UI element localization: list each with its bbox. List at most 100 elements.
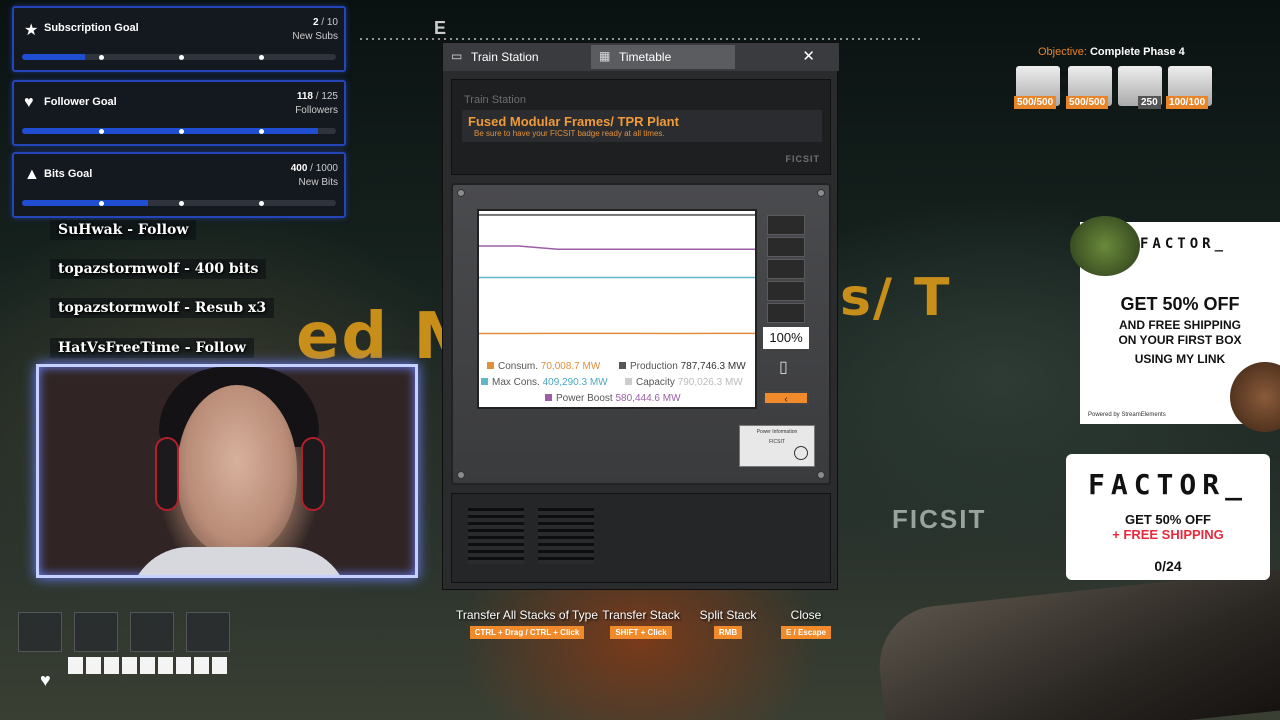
split-stack-action[interactable]: Split Stack RMB [698, 608, 758, 640]
station-subtitle: Be sure to have your FICSIT badge ready … [474, 129, 665, 138]
headphone-icon [155, 437, 179, 511]
ad-line: AND FREE SHIPPING [1118, 318, 1241, 332]
goal-title: Bits Goal [44, 168, 93, 180]
tab-timetable[interactable]: ▦ Timetable [591, 45, 735, 69]
action-key: SHIFT + Click [610, 626, 672, 639]
background-station-sign-right: s/ T [840, 268, 952, 328]
health-segment [212, 657, 227, 674]
hotbar-slot[interactable] [74, 612, 118, 652]
heart-icon: ♥ [24, 94, 34, 111]
battery-cell [767, 215, 805, 235]
vent-grille [468, 508, 524, 564]
vent-grille [538, 508, 594, 564]
battery-percentage: 100% [763, 327, 809, 349]
objective-header: Objective: Complete Phase 4 [1038, 46, 1185, 58]
ad-brand: FACTOR_ [1087, 468, 1248, 501]
health-segment [86, 657, 101, 674]
goal-marker [99, 55, 104, 60]
hotbar-slot[interactable] [18, 612, 62, 652]
webcam-overlay [36, 364, 418, 578]
tab-label: Timetable [619, 50, 672, 64]
lower-vent-panel [451, 493, 831, 583]
bits-triangle-icon: ▲ [24, 166, 40, 183]
battery-indicator: 100% ▯ ‹ [763, 209, 809, 405]
ad-powered-by: Powered by StreamElements [1088, 412, 1166, 418]
hotbar-slot[interactable] [130, 612, 174, 652]
health-heart-icon: ♥ [40, 670, 51, 690]
action-label: Transfer All Stacks of Type [455, 608, 599, 622]
legend-max-consumption: Max Cons. 409,290.3 MW [481, 377, 608, 388]
health-segment [194, 657, 209, 674]
legend-swatch [487, 362, 494, 369]
battery-cell [767, 281, 805, 301]
goal-marker [99, 201, 104, 206]
goal-marker [99, 129, 104, 134]
info-card-icon [794, 446, 808, 460]
power-monitor: Consum. 70,008.7 MW Production 787,746.3… [451, 183, 831, 485]
goal-title: Follower Goal [44, 96, 117, 108]
info-card-line: FICSIT [769, 439, 785, 445]
factor-ad-counter[interactable]: FACTOR_ GET 50% OFF + FREE SHIPPING 0/24 [1066, 454, 1270, 580]
info-card-title: Power Information [756, 429, 798, 435]
train-icon: ▭ [451, 49, 463, 63]
legend-swatch [481, 378, 488, 385]
star-icon: ★ [24, 22, 39, 39]
compass-heading: E [434, 18, 447, 38]
objective-count: 250 [1138, 96, 1161, 109]
feed-item: SuHwak - Follow [50, 220, 197, 240]
ad-line: ON YOUR FIRST BOX [1118, 333, 1242, 347]
close-action[interactable]: Close E / Escape [776, 608, 836, 640]
health-segment [122, 657, 137, 674]
power-graph [479, 213, 755, 335]
train-station-window: ▭ Train Station ▦ Timetable ✕ Train Stat… [442, 42, 839, 590]
goal-progress-fill [22, 54, 85, 60]
transfer-all-action[interactable]: Transfer All Stacks of Type CTRL + Drag … [444, 608, 610, 640]
feed-item: topazstormwolf - Resub x3 [50, 298, 275, 318]
close-icon[interactable]: ✕ [802, 47, 815, 65]
webcam-shirt [129, 547, 349, 575]
transfer-stack-action[interactable]: Transfer Stack SHIFT + Click [600, 608, 682, 640]
legend-swatch [619, 362, 626, 369]
goal-marker [259, 55, 264, 60]
goal-progress-fill [22, 200, 148, 206]
goal-marker [259, 201, 264, 206]
collapse-button[interactable]: ‹ [763, 391, 809, 405]
battery-icon: ▯ [779, 359, 788, 376]
health-segment [68, 657, 83, 674]
goal-marker [259, 129, 264, 134]
tab-train-station[interactable]: ▭ Train Station [443, 45, 589, 69]
screw-icon [457, 471, 465, 479]
battery-cell [767, 259, 805, 279]
action-key: RMB [713, 626, 743, 639]
battery-cell [767, 303, 805, 323]
legend-swatch [625, 378, 632, 385]
station-name-field[interactable]: Fused Modular Frames/ TPR Plant Be sure … [462, 110, 822, 142]
series-line-power-boost [479, 245, 755, 250]
goal-count: 400 / 1000 New Bits [290, 163, 338, 188]
legend-swatch [545, 394, 552, 401]
action-key: CTRL + Drag / CTRL + Click [469, 626, 585, 639]
tab-label: Train Station [471, 50, 539, 64]
objective-count: 500/500 [1066, 96, 1109, 109]
goal-title: Subscription Goal [44, 22, 139, 34]
action-label: Transfer Stack [602, 608, 680, 622]
screw-icon [457, 189, 465, 197]
ad-counter: 0/24 [1154, 558, 1182, 574]
bits-goal: ▲ Bits Goal 400 / 1000 New Bits [12, 152, 346, 218]
objective-count: 500/500 [1014, 96, 1057, 109]
factor-ad-banner[interactable]: FACTOR_ GET 50% OFF AND FREE SHIPPING ON… [1070, 216, 1280, 432]
webcam-face [177, 385, 297, 555]
hotbar-slot[interactable] [186, 612, 230, 652]
ad-headline: GET 50% OFF [1120, 294, 1240, 314]
battery-cell [767, 237, 805, 257]
feed-item: HatVsFreeTime - Follow [50, 338, 254, 358]
headphone-icon [301, 437, 325, 511]
ad-brand: FACTOR_ [1140, 236, 1228, 252]
station-name-panel: Train Station Fused Modular Frames/ TPR … [451, 79, 831, 175]
goal-progress-fill [22, 128, 319, 134]
ad-line: USING MY LINK [1134, 352, 1226, 366]
goal-count: 2 / 10 New Subs [292, 17, 338, 42]
goal-count: 118 / 125 Followers [295, 91, 338, 116]
health-segment [140, 657, 155, 674]
goal-marker [179, 55, 184, 60]
